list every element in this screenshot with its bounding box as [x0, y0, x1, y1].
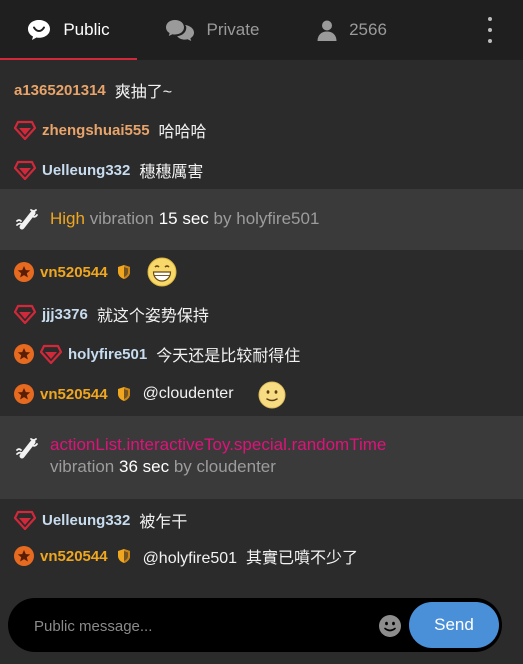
message-text: 穗穗厲害	[139, 164, 204, 181]
gem-badge-icon	[14, 304, 36, 324]
chat-message: Uelleung332 被乍干	[14, 505, 509, 535]
username[interactable]: vn520544	[40, 264, 108, 281]
message-text: 就这个姿势保持	[96, 308, 209, 325]
send-button[interactable]: Send	[409, 602, 499, 648]
message-input-container: Send	[8, 598, 502, 652]
message-text: 爽抽了~	[114, 84, 173, 101]
chat-message: vn520544 @cloudenter	[14, 379, 509, 409]
vibration-icon	[15, 207, 39, 231]
message-input[interactable]	[34, 615, 354, 637]
shield-badge-icon	[117, 386, 131, 402]
chat-message: vn520544 @holyfire501 其實已噴不少了	[14, 541, 509, 571]
star-badge-icon	[14, 262, 34, 282]
username[interactable]: jjj3376	[42, 306, 88, 323]
username[interactable]: a1365201314	[14, 82, 106, 99]
chat-message: jjj3376 就这个姿势保持	[14, 299, 509, 329]
grin-emoji-icon	[147, 257, 177, 287]
notice-word: vibration	[50, 457, 115, 476]
tab-private-label: Private	[206, 20, 260, 39]
action-name: actionList.interactiveToy.special.random…	[50, 435, 387, 454]
vibration-duration: 36 sec	[119, 457, 170, 476]
username[interactable]: Uelleung332	[42, 162, 130, 179]
star-badge-icon	[14, 384, 34, 404]
notice-by: by	[173, 457, 192, 476]
tip-notice: actionList.interactiveToy.special.random…	[0, 416, 523, 499]
smiley-icon[interactable]	[378, 614, 402, 638]
chat-message: vn520544	[14, 257, 509, 287]
notice-word: vibration	[89, 209, 154, 228]
tip-notice: High vibration 15 sec by holyfire501	[0, 189, 523, 250]
gem-badge-icon	[14, 160, 36, 180]
shield-badge-icon	[117, 548, 131, 564]
gem-badge-icon	[14, 120, 36, 140]
tab-private[interactable]: Private	[137, 0, 287, 60]
username[interactable]: holyfire501	[68, 346, 147, 363]
chat-message: holyfire501 今天还是比较耐得住	[14, 339, 509, 369]
chat-message: Uelleung332 穗穗厲害	[14, 155, 509, 185]
tab-public[interactable]: Public	[0, 0, 137, 60]
chat-message: a1365201314 爽抽了~	[14, 75, 509, 105]
vibration-duration: 15 sec	[158, 209, 209, 228]
notice-by: by	[213, 209, 232, 228]
speech-bubble-icon	[27, 19, 51, 41]
username[interactable]: vn520544	[40, 386, 108, 403]
message-text: 被乍干	[139, 514, 188, 531]
two-bubbles-icon	[165, 19, 195, 41]
star-badge-icon	[14, 546, 34, 566]
notice-user[interactable]: cloudenter	[197, 457, 276, 476]
chat-message: zhengshuai555 哈哈哈	[14, 115, 509, 145]
tab-bar: Public Private 2566	[0, 0, 523, 60]
smile-emoji-icon	[258, 381, 286, 409]
shield-badge-icon	[117, 264, 131, 280]
users-count: 2566	[349, 20, 387, 39]
notice-user[interactable]: holyfire501	[236, 209, 319, 228]
kebab-menu-icon[interactable]	[483, 17, 497, 43]
chat-log[interactable]: a1365201314 爽抽了~ zhengshuai555 哈哈哈 Uelle…	[0, 60, 523, 588]
tab-public-label: Public	[63, 20, 110, 39]
vibration-level: High	[50, 209, 85, 228]
username[interactable]: zhengshuai555	[42, 122, 150, 139]
username[interactable]: Uelleung332	[42, 512, 130, 529]
username[interactable]: vn520544	[40, 548, 108, 565]
message-text: @holyfire501 其實已噴不少了	[142, 550, 358, 567]
message-composer: Send	[0, 588, 523, 664]
tip-notice-text: High vibration 15 sec by holyfire501	[50, 208, 319, 230]
star-badge-icon	[14, 344, 34, 364]
tip-notice-text: actionList.interactiveToy.special.random…	[50, 434, 386, 478]
gem-badge-icon	[40, 344, 62, 364]
message-text: 今天还是比较耐得住	[156, 348, 301, 365]
gem-badge-icon	[14, 510, 36, 530]
message-text: 哈哈哈	[158, 124, 207, 141]
vibration-icon	[15, 436, 39, 460]
tab-users[interactable]: 2566	[287, 0, 417, 60]
user-icon	[317, 20, 337, 41]
message-text: @cloudenter	[142, 385, 234, 402]
